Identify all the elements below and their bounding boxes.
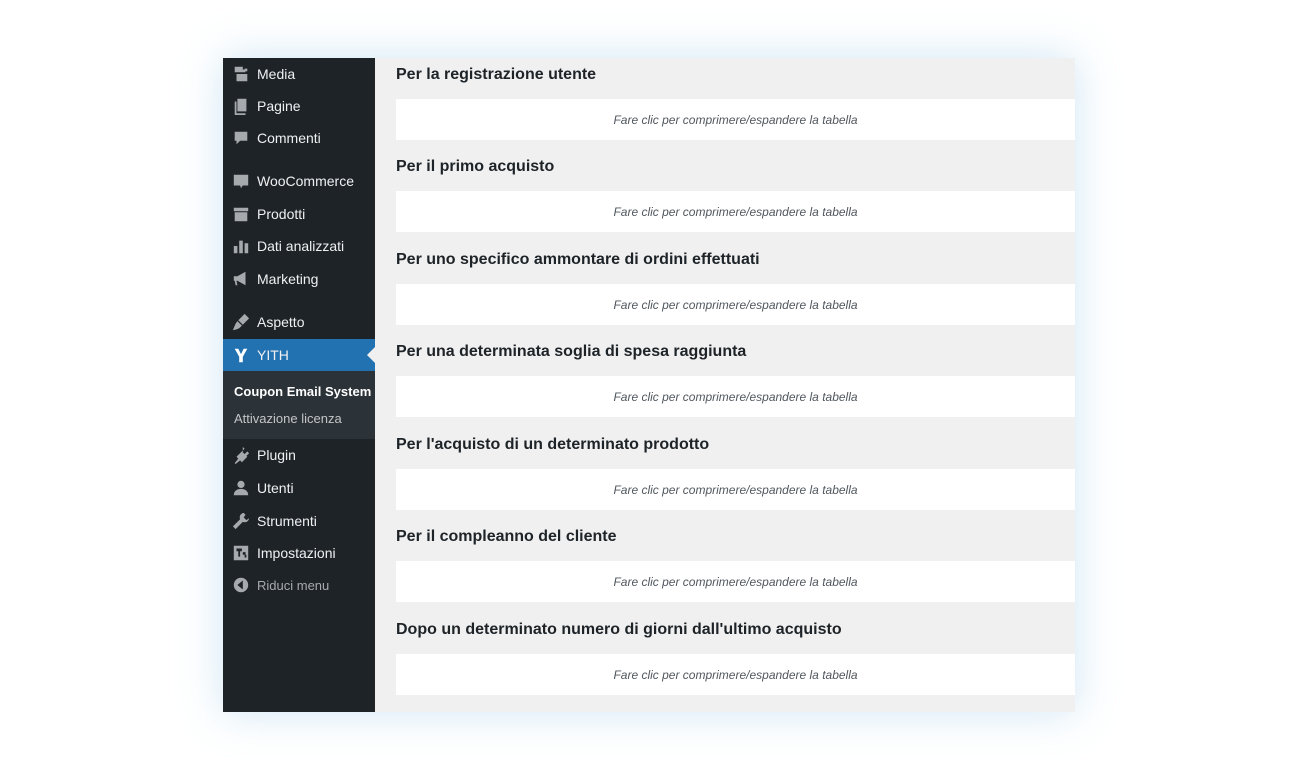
sidebar-item-pagine[interactable]: Pagine (223, 90, 375, 122)
sidebar-item-commenti[interactable]: Commenti (223, 122, 375, 154)
table-toggle[interactable]: Fare clic per comprimere/espandere la ta… (396, 561, 1075, 602)
pages-icon (231, 96, 251, 116)
sidebar-item-label: Marketing (257, 271, 319, 287)
table-toggle[interactable]: Fare clic per comprimere/espandere la ta… (396, 469, 1075, 510)
table-toggle[interactable]: Fare clic per comprimere/espandere la ta… (396, 99, 1075, 140)
sidebar-item-label: Aspetto (257, 314, 305, 330)
sidebar-item-media[interactable]: Media (223, 58, 375, 90)
yith-icon (231, 345, 251, 365)
sidebar-item-label: Dati analizzati (257, 238, 345, 254)
admin-window: Media Pagine Commenti WooCommerce Prodot… (223, 58, 1075, 712)
main-content: Per la registrazione utente Fare clic pe… (375, 58, 1075, 712)
sidebar-item-label: WooCommerce (257, 173, 354, 189)
sidebar-item-dati-analizzati[interactable]: Dati analizzati (223, 230, 375, 262)
sidebar-item-impostazioni[interactable]: Impostazioni (223, 537, 375, 569)
media-icon (231, 64, 251, 84)
section-title: Per una determinata soglia di spesa ragg… (396, 343, 747, 360)
sidebar-item-utenti[interactable]: Utenti (223, 472, 375, 504)
sidebar-item-marketing[interactable]: Marketing (223, 263, 375, 295)
section-title: Dopo un determinato numero di giorni dal… (396, 621, 842, 638)
woocommerce-icon (231, 171, 251, 191)
sidebar-item-label: Utenti (257, 480, 294, 496)
comments-icon (231, 128, 251, 148)
sidebar-item-riduci-menu[interactable]: Riduci menu (223, 569, 375, 601)
yith-submenu: Coupon Email System Attivazione licenza (223, 371, 375, 439)
products-icon (231, 204, 251, 224)
section-title: Per la registrazione utente (396, 66, 597, 83)
sidebar-item-strumenti[interactable]: Strumenti (223, 505, 375, 537)
table-toggle[interactable]: Fare clic per comprimere/espandere la ta… (396, 191, 1075, 232)
sidebar-item-label: Plugin (257, 447, 296, 463)
user-icon (231, 478, 251, 498)
table-toggle[interactable]: Fare clic per comprimere/espandere la ta… (396, 284, 1075, 325)
table-toggle[interactable]: Fare clic per comprimere/espandere la ta… (396, 654, 1075, 695)
brush-icon (231, 312, 251, 332)
sidebar-item-label: YITH (257, 347, 289, 363)
plugin-icon (231, 445, 251, 465)
section-title: Per il compleanno del cliente (396, 528, 617, 545)
sidebar-item-aspetto[interactable]: Aspetto (223, 306, 375, 338)
sidebar-item-label: Pagine (257, 98, 301, 114)
sidebar-item-label: Riduci menu (257, 577, 330, 593)
megaphone-icon (231, 269, 251, 289)
section-title: Per l'acquisto di un determinato prodott… (396, 436, 710, 453)
active-arrow (367, 347, 375, 363)
admin-sidebar: Media Pagine Commenti WooCommerce Prodot… (223, 58, 375, 712)
sidebar-item-yith[interactable]: YITH (223, 339, 375, 371)
sidebar-item-label: Media (257, 66, 296, 82)
submenu-item-attivazione-licenza[interactable]: Attivazione licenza (234, 411, 342, 426)
settings-icon (231, 543, 251, 563)
collapse-icon (231, 575, 251, 595)
sidebar-item-prodotti[interactable]: Prodotti (223, 198, 375, 230)
submenu-item-coupon-email-system[interactable]: Coupon Email System (234, 384, 371, 399)
sidebar-item-woocommerce[interactable]: WooCommerce (223, 165, 375, 197)
wrench-icon (231, 511, 251, 531)
sidebar-item-label: Commenti (257, 130, 321, 146)
table-toggle[interactable]: Fare clic per comprimere/espandere la ta… (396, 376, 1075, 417)
section-title: Per il primo acquisto (396, 158, 555, 175)
analytics-icon (231, 236, 251, 256)
sidebar-item-plugin[interactable]: Plugin (223, 439, 375, 471)
section-title: Per uno specifico ammontare di ordini ef… (396, 251, 760, 268)
sidebar-item-label: Prodotti (257, 206, 306, 222)
sidebar-item-label: Strumenti (257, 513, 317, 529)
sidebar-item-label: Impostazioni (257, 545, 336, 561)
